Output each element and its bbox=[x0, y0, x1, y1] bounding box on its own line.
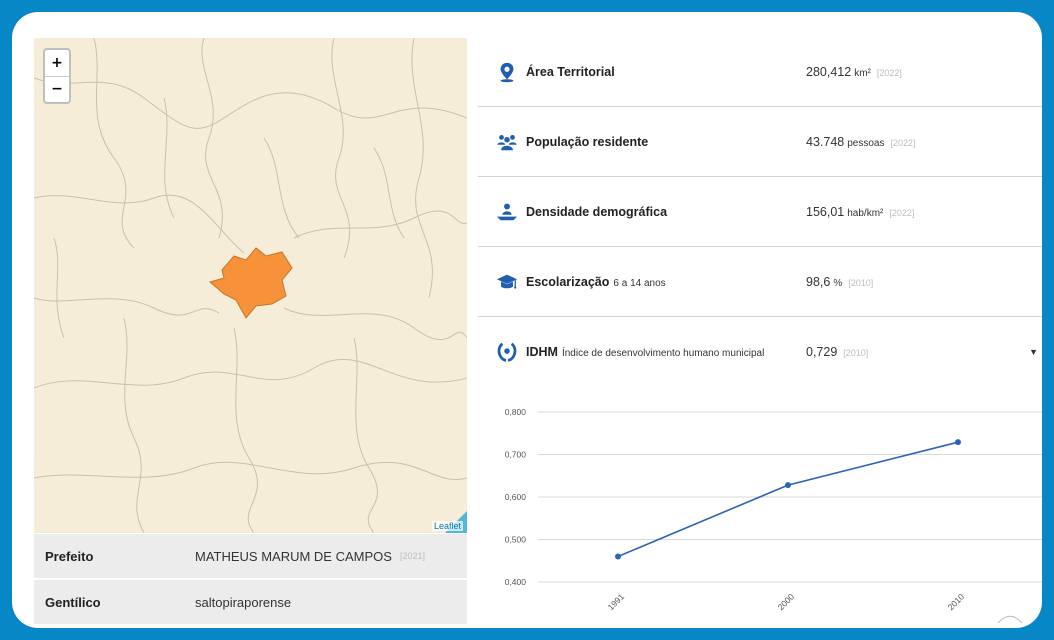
highlighted-municipality bbox=[208, 247, 293, 319]
data-point bbox=[785, 482, 791, 489]
zoom-control: + − bbox=[43, 48, 71, 104]
people-icon bbox=[497, 134, 517, 150]
y-tick-label: 0,800 bbox=[505, 407, 527, 417]
indicator-density-name: Densidade demográfica bbox=[526, 204, 668, 219]
chart-x-axis: 1991 2000 2010 bbox=[606, 591, 967, 612]
indicator-schooling-note: 6 a 14 anos bbox=[613, 277, 666, 289]
municipality-map[interactable]: + − Leaflet bbox=[34, 38, 467, 533]
indicator-schooling[interactable]: Escolarização 6 a 14 anos 98,6% [2010] bbox=[478, 247, 1042, 317]
indicator-population[interactable]: População residente 43.748 pessoas [2022] bbox=[478, 107, 1042, 177]
mayor-value: MATHEUS MARUM DE CAMPOS bbox=[195, 548, 392, 564]
y-tick-label: 0,600 bbox=[505, 492, 527, 502]
gentilic-label: Gentílico bbox=[45, 594, 101, 610]
chart-y-axis: 0,400 0,500 0,600 0,700 0,800 bbox=[505, 407, 527, 587]
indicator-population-name: População residente bbox=[526, 134, 649, 149]
mayor-row: Prefeito MATHEUS MARUM DE CAMPOS [2021] bbox=[34, 534, 467, 578]
y-tick-label: 0,500 bbox=[505, 535, 527, 545]
zoom-out-button[interactable]: − bbox=[45, 75, 69, 103]
indicator-schooling-name: Escolarização 6 a 14 anos bbox=[526, 274, 666, 289]
indicator-density[interactable]: Densidade demográfica 156,01 hab/km² [2022… bbox=[478, 177, 1042, 247]
chart-grid bbox=[538, 411, 1042, 583]
idhm-series-points bbox=[615, 439, 961, 560]
y-tick-label: 0,400 bbox=[505, 577, 527, 587]
indicator-idhm-name: IDHM Índice de desenvolvimento humano mun… bbox=[526, 344, 765, 359]
leaflet-attribution[interactable]: Leaflet bbox=[431, 521, 463, 531]
indicator-population-value: 43.748 pessoas [2022] bbox=[806, 134, 916, 149]
indicator-area[interactable]: Área Territorial 280,412 km² [2022] bbox=[478, 37, 1042, 107]
wave-decoration-icon bbox=[997, 615, 1023, 624]
indicator-density-value: 156,01 hab/km² [2022] bbox=[806, 204, 915, 219]
card-frame: + − Leaflet Prefeito MATHEUS MARUM DE CA… bbox=[12, 12, 1042, 628]
data-point bbox=[955, 439, 961, 446]
x-tick-label: 1991 bbox=[606, 591, 627, 612]
indicator-idhm-value: 0,729 [2010] bbox=[806, 344, 869, 359]
laurel-icon bbox=[497, 342, 517, 362]
density-icon bbox=[496, 203, 518, 220]
y-tick-label: 0,700 bbox=[505, 450, 527, 460]
chevron-down-icon[interactable]: ▼ bbox=[1029, 347, 1038, 357]
gentilic-value: saltopiraporense bbox=[195, 594, 292, 610]
graduation-cap-icon bbox=[496, 274, 518, 289]
gentilic-row: Gentílico saltopiraporense bbox=[34, 580, 467, 624]
indicator-area-value: 280,412 km² [2022] bbox=[806, 64, 902, 79]
mayor-year: [2021] bbox=[399, 551, 425, 561]
indicator-idhm-note: Índice de desenvolvimento humano municip… bbox=[561, 347, 765, 359]
mayor-label: Prefeito bbox=[45, 548, 94, 564]
location-pin-icon bbox=[500, 62, 514, 82]
x-tick-label: 2000 bbox=[776, 591, 797, 612]
zoom-in-button[interactable]: + bbox=[45, 50, 69, 76]
data-point bbox=[615, 553, 621, 560]
indicator-idhm[interactable]: IDHM Índice de desenvolvimento humano mun… bbox=[478, 317, 1042, 386]
indicator-area-name: Área Territorial bbox=[526, 64, 615, 79]
idhm-chart: 0,400 0,500 0,600 0,700 0,800 1991 2000 2010 bbox=[505, 407, 1042, 624]
map-borders bbox=[34, 38, 467, 533]
x-tick-label: 2010 bbox=[946, 591, 967, 612]
indicator-schooling-value: 98,6% [2010] bbox=[806, 274, 874, 289]
